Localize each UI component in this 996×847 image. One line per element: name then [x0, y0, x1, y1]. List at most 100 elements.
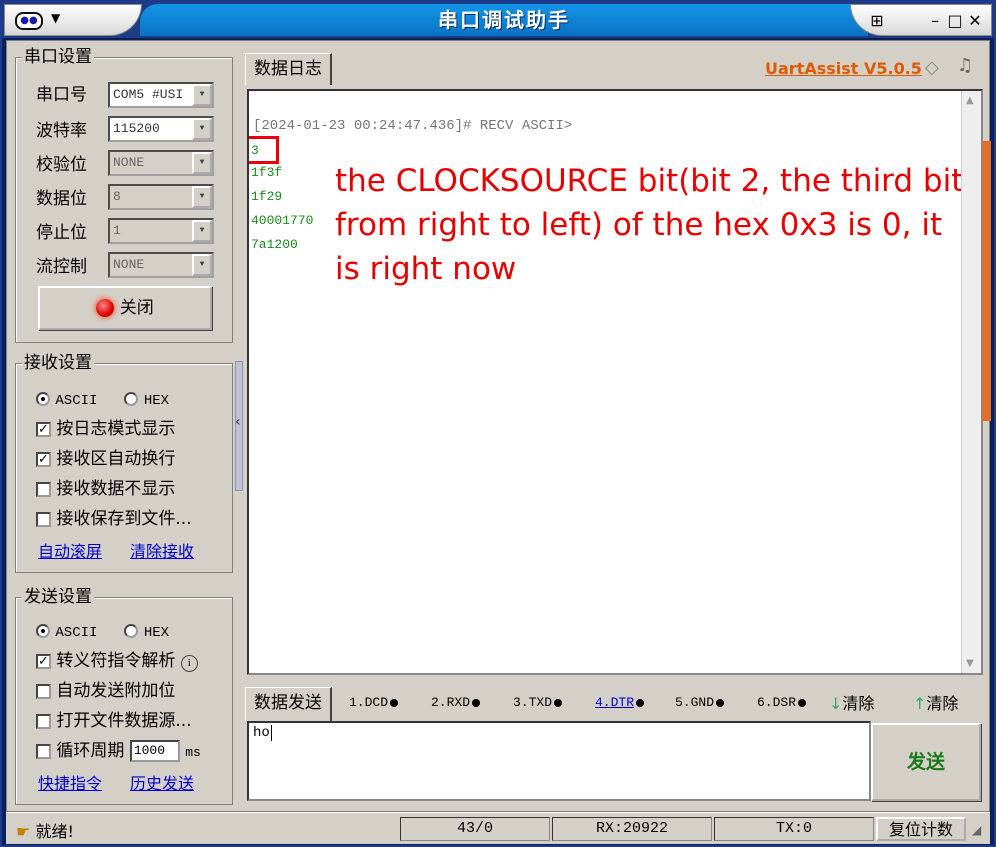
chevron-down-icon[interactable]: ▼: [192, 220, 212, 242]
clear-receive-button[interactable]: ↓清除: [829, 693, 874, 715]
signal-dot-icon: [716, 698, 725, 707]
text-cursor: [270, 725, 272, 741]
clear-send-label: 清除: [926, 694, 959, 713]
send-settings-group: 发送设置 ASCII HEX ✓ 转义符指令解析 i 自动发送附加位 打开文件数…: [15, 588, 233, 805]
chevron-down-icon[interactable]: ▼: [192, 152, 212, 174]
diamond-icon[interactable]: ◇: [925, 57, 939, 78]
shortcut-link[interactable]: 快捷指令: [38, 774, 102, 794]
signal-dtr[interactable]: 4.DTR: [595, 695, 645, 710]
receive-hex-radio[interactable]: [124, 392, 139, 406]
checkbox-empty[interactable]: [36, 511, 51, 527]
minimize-button[interactable]: –: [925, 9, 945, 33]
serial-settings-group: 串口设置 串口号 COM5 #USI ▼ 波特率 115200 ▼ 校验位 NO…: [15, 48, 233, 343]
stop-bits-select[interactable]: 1 ▼: [108, 218, 214, 244]
data-bits-value: 8: [113, 189, 121, 204]
cycle-label: 循环周期: [56, 741, 125, 761]
panel-splitter[interactable]: ‹: [235, 361, 243, 491]
brand-link[interactable]: UartAssist V5.0.5: [765, 59, 922, 78]
annotation-highlight-box: [249, 136, 279, 164]
stop-bits-label: 停止位: [36, 223, 87, 243]
status-counter: 43/0: [400, 817, 550, 841]
app-window: ●● ▼ 串口调试助手 ⊞ – □ ✕ 串口设置 串口号 COM5 #USI ▼…: [0, 0, 996, 847]
signal-dot-icon: [390, 698, 399, 707]
log-mode-option[interactable]: ✓ 按日志模式显示: [36, 418, 175, 440]
clear-receive-label: 清除: [842, 694, 875, 713]
chevron-down-icon[interactable]: ▼: [192, 118, 212, 140]
send-hex-radio[interactable]: [124, 624, 139, 638]
autoscroll-link[interactable]: 自动滚屏: [38, 542, 102, 562]
send-ascii-radio[interactable]: [36, 624, 50, 638]
baud-value: 115200: [113, 121, 160, 136]
close-window-button[interactable]: ✕: [965, 9, 985, 33]
tab-data-send[interactable]: 数据发送: [245, 687, 332, 721]
open-file-option[interactable]: 打开文件数据源...: [36, 710, 192, 732]
checkbox-empty[interactable]: [36, 713, 51, 729]
send-ascii-label: ASCII: [55, 625, 98, 641]
parity-label: 校验位: [36, 155, 87, 175]
send-hex-label: HEX: [143, 625, 170, 641]
port-label: 串口号: [36, 85, 87, 105]
parity-select[interactable]: NONE ▼: [108, 150, 214, 176]
append-option[interactable]: 自动发送附加位: [36, 680, 175, 702]
chevron-down-icon[interactable]: ▼: [192, 254, 212, 276]
bell-icon[interactable]: ♫: [957, 55, 973, 76]
escape-option[interactable]: ✓ 转义符指令解析 i: [36, 650, 198, 672]
pin-icon[interactable]: ⊞: [865, 9, 889, 33]
cycle-input[interactable]: 1000: [129, 740, 180, 762]
scroll-down-icon[interactable]: ▼: [966, 658, 974, 669]
checkmark-icon[interactable]: ✓: [36, 451, 51, 467]
scroll-up-icon[interactable]: ▲: [966, 95, 974, 106]
auto-wrap-option[interactable]: ✓ 接收区自动换行: [36, 448, 175, 470]
flow-control-select[interactable]: NONE ▼: [108, 252, 214, 278]
cycle-option[interactable]: 循环周期 1000 ms: [36, 740, 201, 764]
resize-grip-icon[interactable]: ◢: [972, 823, 981, 837]
send-button[interactable]: 发送: [871, 723, 981, 801]
chevron-down-icon[interactable]: ▼: [192, 186, 212, 208]
log-line: 1f3f: [251, 165, 283, 180]
checkmark-icon[interactable]: ✓: [36, 421, 51, 437]
system-menu[interactable]: ●● ▼: [4, 4, 142, 36]
arrow-down-icon: ↓: [829, 694, 843, 713]
clear-send-button[interactable]: ↑清除: [913, 693, 958, 715]
baud-label: 波特率: [36, 121, 87, 141]
receive-settings-group: 接收设置 ASCII HEX ✓ 按日志模式显示 ✓ 接收区自动换行 接收数据不…: [15, 354, 233, 573]
serial-settings-title: 串口设置: [22, 47, 94, 67]
log-scrollbar[interactable]: ▲ ▼: [961, 91, 981, 673]
reset-counter-button[interactable]: 复位计数: [876, 817, 966, 841]
log-line: 7a1200: [251, 237, 298, 252]
app-icon[interactable]: ●●: [15, 12, 43, 30]
history-link[interactable]: 历史发送: [130, 774, 194, 794]
hide-data-option[interactable]: 接收数据不显示: [36, 478, 175, 500]
flow-control-value: NONE: [113, 257, 145, 272]
chevron-down-icon[interactable]: ▼: [192, 84, 212, 106]
flow-control-label: 流控制: [36, 257, 87, 277]
maximize-button[interactable]: □: [945, 9, 965, 33]
baud-select[interactable]: 115200 ▼: [108, 116, 214, 142]
send-input[interactable]: ho: [247, 721, 871, 801]
info-icon[interactable]: i: [180, 655, 198, 672]
checkbox-empty[interactable]: [36, 481, 51, 497]
port-select[interactable]: COM5 #USI ▼: [108, 82, 214, 108]
chevron-down-icon[interactable]: ▼: [51, 11, 60, 25]
receive-ascii-radio[interactable]: [36, 392, 50, 406]
checkmark-icon[interactable]: ✓: [36, 653, 51, 669]
receive-settings-title: 接收设置: [22, 353, 94, 373]
receive-log-area[interactable]: [2024-01-23 00:24:47.436]# RECV ASCII> 3…: [247, 89, 983, 675]
title-area: 串口调试助手: [140, 4, 868, 36]
data-bits-select[interactable]: 8 ▼: [108, 184, 214, 210]
title-bar[interactable]: ●● ▼ 串口调试助手 ⊞ – □ ✕: [2, 2, 994, 38]
tab-data-log[interactable]: 数据日志: [245, 53, 332, 85]
status-bar: ☛ 就绪! 43/0 RX:20922 TX:0 复位计数 ◢: [6, 812, 990, 844]
save-file-option[interactable]: 接收保存到文件...: [36, 508, 192, 530]
checkbox-empty[interactable]: [36, 683, 51, 699]
log-mode-label: 按日志模式显示: [56, 419, 176, 439]
send-radio-row: ASCII HEX: [36, 620, 169, 644]
clear-receive-link[interactable]: 清除接收: [130, 542, 194, 562]
signal-label: 5.GND: [675, 695, 715, 710]
close-port-button[interactable]: 关闭: [38, 286, 212, 330]
send-settings-title: 发送设置: [22, 587, 94, 607]
chevron-left-icon[interactable]: ‹: [235, 414, 241, 430]
signal-label: 2.RXD: [431, 695, 471, 710]
checkbox-empty[interactable]: [36, 743, 51, 759]
close-port-label: 关闭: [119, 298, 154, 318]
